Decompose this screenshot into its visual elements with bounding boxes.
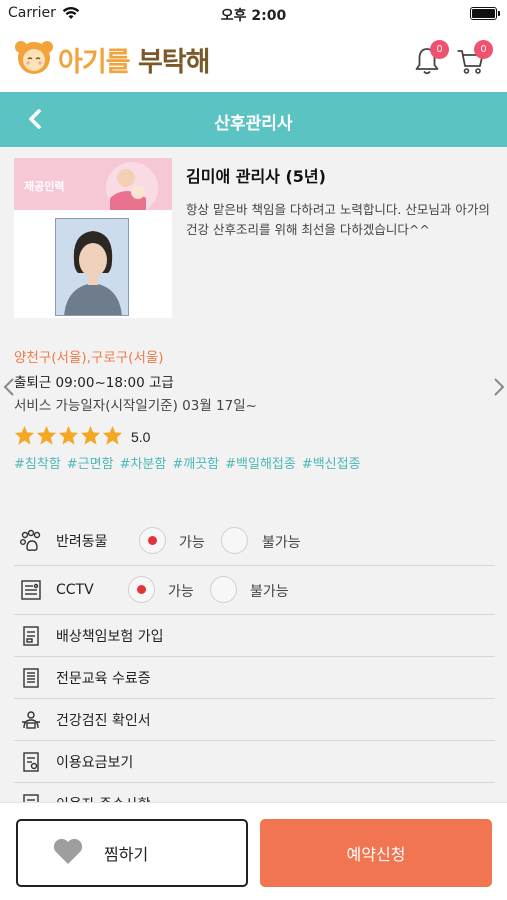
document-row-label: 건강검진 확인서 xyxy=(56,712,151,729)
rating-stars xyxy=(14,425,123,449)
cctv-yes-label: 가능 xyxy=(168,584,194,600)
pet-no-radio[interactable] xyxy=(221,527,248,554)
star-icon xyxy=(36,425,57,449)
document-row-label: 전문교육 수료증 xyxy=(56,670,151,687)
reserve-button[interactable]: 예약신청 xyxy=(260,819,492,887)
notification-badge: 0 xyxy=(430,40,449,59)
caregiver-intro: 항상 맡은바 책임을 다하려고 노력합니다. 산모님과 아가의 건강 산후조리를… xyxy=(186,202,490,237)
health-check-icon xyxy=(16,709,46,731)
pet-yes-radio[interactable] xyxy=(139,527,166,554)
pet-option-label: 반려동물 xyxy=(56,534,108,550)
app-logo[interactable]: 아기를 부탁해 xyxy=(14,39,211,79)
document-row[interactable]: 이용요금보기 xyxy=(14,741,495,783)
reserve-button-label: 예약신청 xyxy=(346,845,406,864)
star-icon xyxy=(14,425,35,449)
document-row-label: 이용요금보기 xyxy=(56,754,134,771)
cctv-no-label: 불가능 xyxy=(250,584,289,600)
wishlist-button[interactable]: 찜하기 xyxy=(16,819,248,887)
battery-icon xyxy=(470,7,500,20)
document-row[interactable]: 전문교육 수료증 xyxy=(14,657,495,699)
rating: 5.0 xyxy=(14,425,150,449)
tag: #차분함 xyxy=(119,457,167,472)
clock: 오후 2:00 xyxy=(220,8,287,24)
wishlist-button-label: 찜하기 xyxy=(104,845,149,864)
caregiver-portrait xyxy=(55,218,129,316)
heart-icon xyxy=(52,837,84,869)
bottom-action-bar: 찜하기 예약신청 xyxy=(0,802,507,900)
status-bar: Carrier 오후 2:00 xyxy=(0,0,507,28)
tag: #백일해접종 xyxy=(225,457,296,472)
caregiver-name: 김미애 관리사 (5년) xyxy=(186,167,326,186)
caregiver-photo-card: 제공인력 xyxy=(14,158,172,318)
cart-badge: 0 xyxy=(474,40,493,59)
document-row[interactable]: 건강검진 확인서 xyxy=(14,699,495,741)
rating-score: 5.0 xyxy=(131,429,151,445)
document-row-label: 배상책임보험 가입 xyxy=(56,628,164,645)
pet-yes-label: 가능 xyxy=(179,535,205,551)
star-icon xyxy=(102,425,123,449)
pet-option-row: 반려동물 xyxy=(14,517,495,566)
pet-no-label: 불가능 xyxy=(262,535,301,551)
service-region: 양천구(서울),구로구(서울) xyxy=(14,350,164,366)
logo-text-part2: 부탁해 xyxy=(137,46,211,78)
app-header: 아기를 부탁해 0 0 xyxy=(0,28,507,92)
tag: #깨끗함 xyxy=(172,457,220,472)
work-hours: 출퇴근 09:00~18:00 고급 xyxy=(14,375,174,391)
certificate-icon xyxy=(16,667,46,689)
tag: #침착함 xyxy=(14,457,61,472)
document-row[interactable]: 배상책임보험 가입 xyxy=(14,615,495,657)
paw-icon xyxy=(16,529,46,553)
tag: #근면함 xyxy=(66,457,114,472)
nav-bar: 산후관리사 xyxy=(0,92,507,147)
banner-text: 제공인력 xyxy=(24,180,65,193)
star-icon xyxy=(58,425,79,449)
available-date: 서비스 가능일자(시작일기준) 03월 17일~ xyxy=(14,398,257,414)
photo-banner: 제공인력 xyxy=(14,158,172,210)
cctv-yes-radio[interactable] xyxy=(128,576,155,603)
tag: #백신접종 xyxy=(301,457,361,472)
tag-list: #침착함 #근면함 #차분함 #깨끗함 #백일해접종 #백신접종 xyxy=(14,453,361,472)
logo-text-part1: 아기를 xyxy=(58,46,131,78)
price-list-icon xyxy=(16,751,46,773)
app-logo-text: 아기를 부탁해 xyxy=(58,40,211,79)
cctv-option-label: CCTV xyxy=(56,582,94,598)
cctv-no-radio[interactable] xyxy=(210,576,237,603)
insurance-doc-icon xyxy=(16,625,46,647)
star-icon xyxy=(80,425,101,449)
next-chevron-icon[interactable] xyxy=(493,377,505,401)
page-title: 산후관리사 xyxy=(214,114,293,134)
bear-logo-icon xyxy=(14,39,54,79)
cctv-icon xyxy=(16,578,46,602)
